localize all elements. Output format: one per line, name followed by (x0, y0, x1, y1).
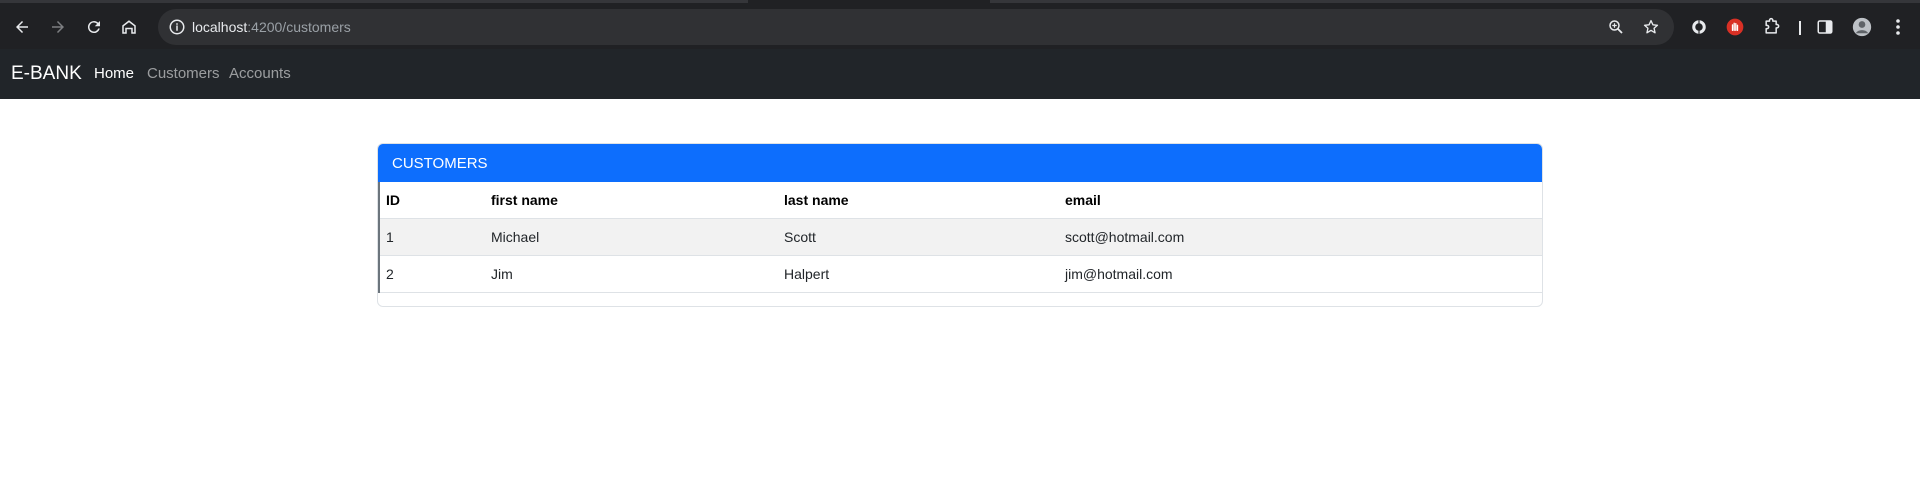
column-header-first-name: first name (491, 192, 558, 208)
cell-id: 2 (386, 266, 394, 282)
column-header-email: email (1065, 192, 1101, 208)
profile-avatar[interactable] (1852, 17, 1872, 37)
brand-logo[interactable]: E-BANK (11, 63, 82, 85)
nav-link-home[interactable]: Home (94, 65, 134, 83)
table-row[interactable]: 1 Michael Scott scott@hotmail.com (380, 219, 1542, 256)
side-panel-icon[interactable] (1815, 17, 1835, 37)
table-header-row: ID first name last name email (380, 182, 1542, 219)
column-header-id: ID (386, 192, 400, 208)
cell-last-name: Halpert (784, 266, 830, 282)
cell-email: scott@hotmail.com (1065, 229, 1185, 245)
card-title: CUSTOMERS (392, 155, 488, 172)
address-bar[interactable]: localhost:4200/customers (158, 9, 1674, 45)
card-header: CUSTOMERS (378, 144, 1542, 182)
nav-link-customers[interactable]: Customers (147, 65, 220, 83)
site-info-icon[interactable] (168, 18, 186, 36)
zoom-icon[interactable] (1607, 18, 1625, 36)
menu-kebab-icon[interactable] (1888, 17, 1908, 37)
forward-arrow-icon (52, 21, 64, 33)
extension-icon[interactable] (1762, 17, 1782, 37)
tab-strip-segment (0, 0, 748, 3)
url-host: localhost (192, 19, 248, 35)
browser-chrome: localhost:4200/customers (0, 0, 1920, 49)
back-button[interactable] (5, 10, 39, 44)
tab-strip-segment (990, 0, 1920, 3)
bookmark-star-icon[interactable] (1642, 18, 1660, 36)
nav-link-accounts[interactable]: Accounts (229, 65, 291, 83)
back-arrow-icon (16, 21, 28, 33)
cell-id: 1 (386, 229, 394, 245)
home-icon (122, 20, 136, 34)
url-text[interactable]: localhost:4200/customers (192, 19, 351, 35)
table-row[interactable]: 2 Jim Halpert jim@hotmail.com (380, 256, 1542, 293)
reload-icon (87, 21, 100, 34)
reload-button[interactable] (77, 10, 111, 44)
app-navbar: E-BANK Home Customers Accounts (0, 49, 1920, 99)
cell-email: jim@hotmail.com (1065, 266, 1173, 282)
home-button[interactable] (112, 10, 146, 44)
cell-first-name: Michael (491, 229, 540, 245)
cell-last-name: Scott (784, 229, 816, 245)
browser-toolbar: localhost:4200/customers (0, 6, 1920, 49)
cell-first-name: Jim (491, 266, 513, 282)
customers-table: ID first name last name email 1 Michael … (378, 182, 1542, 293)
forward-button[interactable] (41, 10, 75, 44)
customers-card: CUSTOMERS ID first name last name email … (377, 143, 1543, 307)
toolbar-separator (1799, 21, 1801, 35)
column-header-last-name: last name (784, 192, 849, 208)
extension-hand-icon[interactable] (1725, 17, 1745, 37)
extension-globe-icon[interactable] (1689, 17, 1709, 37)
url-path: :4200/customers (247, 19, 351, 35)
